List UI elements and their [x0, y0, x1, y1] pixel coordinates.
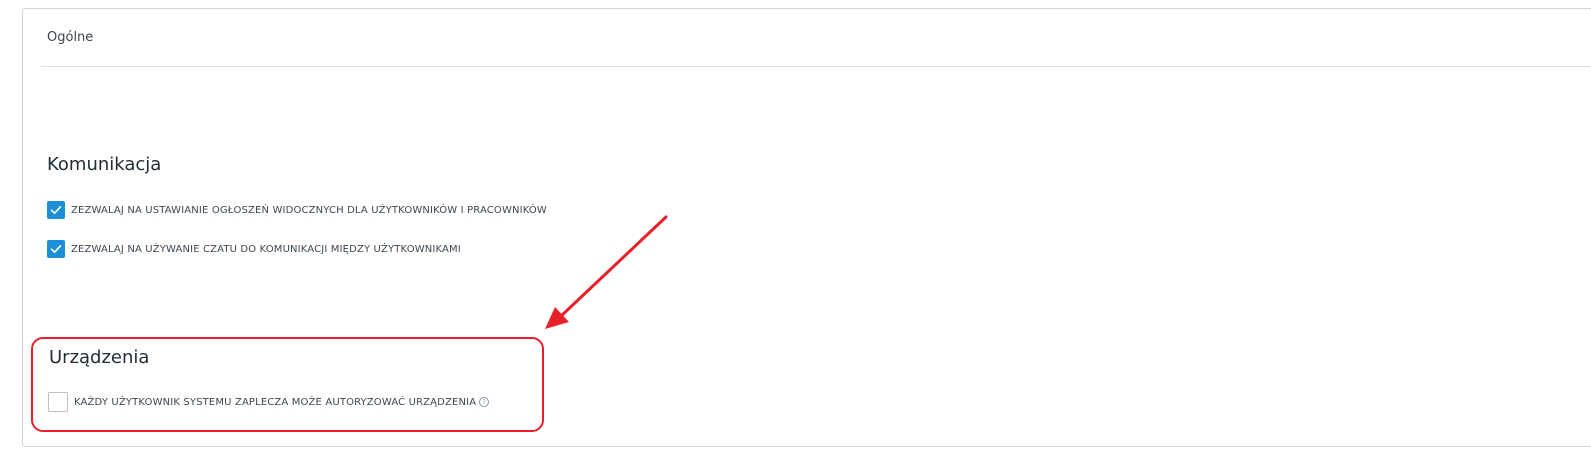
checkbox-checked[interactable] — [47, 240, 65, 258]
devices-heading: Urządzenia — [49, 347, 150, 368]
check-icon — [50, 245, 62, 253]
panel-header: Ogólne — [23, 9, 1591, 67]
allow-announcements-label: ZEZWALAJ NA USTAWIANIE OGŁOSZEŃ WIDOCZNY… — [71, 204, 547, 216]
checkbox-checked[interactable] — [47, 201, 65, 219]
allow-announcements-option[interactable]: ZEZWALAJ NA USTAWIANIE OGŁOSZEŃ WIDOCZNY… — [47, 201, 547, 219]
authorize-devices-label: KAŻDY UŻYTKOWNIK SYSTEMU ZAPLECZA MOŻE A… — [74, 396, 477, 408]
communication-heading: Komunikacja — [47, 154, 162, 175]
panel-title: Ogólne — [47, 30, 94, 45]
allow-chat-label: ZEZWALAJ NA UŻYWANIE CZATU DO KOMUNIKACJ… — [71, 243, 461, 255]
check-icon — [50, 206, 62, 214]
general-settings-panel: Ogólne — [22, 8, 1591, 447]
header-divider — [41, 66, 1591, 67]
authorize-devices-option[interactable]: KAŻDY UŻYTKOWNIK SYSTEMU ZAPLECZA MOŻE A… — [48, 392, 490, 412]
checkbox-unchecked[interactable] — [48, 392, 68, 412]
allow-chat-option[interactable]: ZEZWALAJ NA UŻYWANIE CZATU DO KOMUNIKACJ… — [47, 240, 461, 258]
help-icon[interactable]: ? — [479, 397, 490, 407]
